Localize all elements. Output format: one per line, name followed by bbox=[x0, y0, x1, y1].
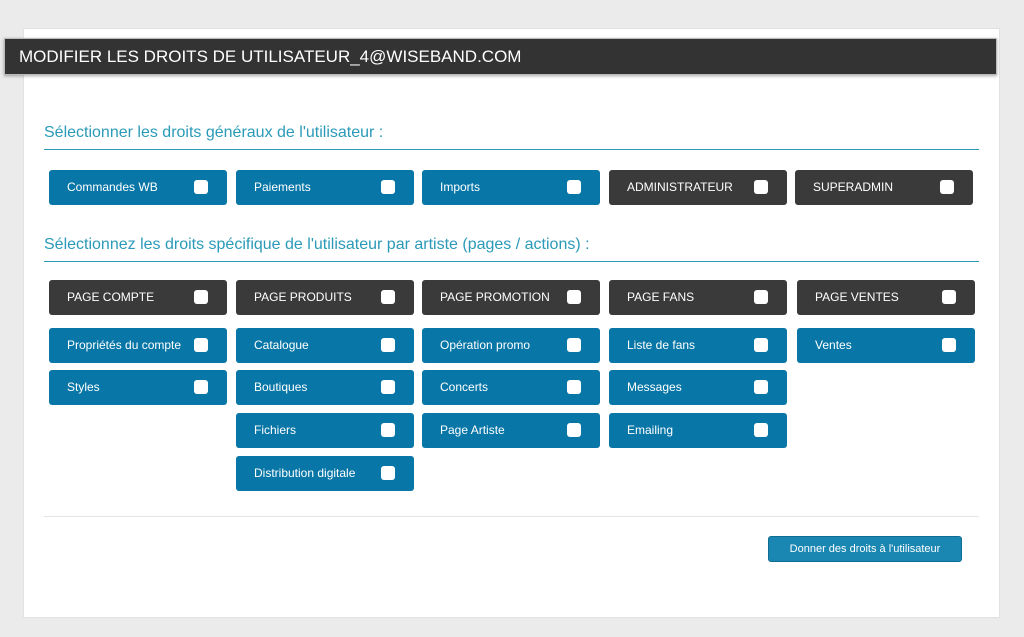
perm-concerts[interactable]: Concerts bbox=[422, 370, 600, 405]
checkbox[interactable] bbox=[381, 466, 395, 480]
perm-boutiques[interactable]: Boutiques bbox=[236, 370, 414, 405]
perm-label: PAGE VENTES bbox=[815, 290, 899, 304]
perm-page-ventes[interactable]: PAGE VENTES bbox=[797, 280, 975, 315]
perm-administrateur[interactable]: ADMINISTRATEUR bbox=[609, 170, 787, 205]
page-title: MODIFIER LES DROITS DE UTILISATEUR_4@WIS… bbox=[4, 38, 997, 75]
checkbox[interactable] bbox=[754, 423, 768, 437]
perm-label: Commandes WB bbox=[67, 180, 158, 194]
checkbox[interactable] bbox=[381, 380, 395, 394]
general-rights-heading: Sélectionner les droits généraux de l'ut… bbox=[44, 123, 979, 150]
checkbox[interactable] bbox=[942, 338, 956, 352]
perm-label: PAGE PROMOTION bbox=[440, 290, 550, 304]
perm-liste-de-fans[interactable]: Liste de fans bbox=[609, 328, 787, 363]
perm-label: SUPERADMIN bbox=[813, 180, 894, 194]
perm-label: Messages bbox=[627, 380, 682, 394]
perm-label: Paiements bbox=[254, 180, 311, 194]
checkbox[interactable] bbox=[381, 338, 395, 352]
perm-label: ADMINISTRATEUR bbox=[627, 180, 733, 194]
perm-label: PAGE PRODUITS bbox=[254, 290, 352, 304]
perm-page-promotion[interactable]: PAGE PROMOTION bbox=[422, 280, 600, 315]
checkbox[interactable] bbox=[194, 338, 208, 352]
checkbox[interactable] bbox=[567, 338, 581, 352]
perm-label: PAGE FANS bbox=[627, 290, 695, 304]
perm-label: Liste de fans bbox=[627, 338, 696, 352]
checkbox[interactable] bbox=[754, 380, 768, 394]
perm-label: Distribution digitale bbox=[254, 466, 356, 480]
perm-label: Ventes bbox=[815, 338, 852, 352]
perm-label: Boutiques bbox=[254, 380, 308, 394]
perm-superadmin[interactable]: SUPERADMIN bbox=[795, 170, 973, 205]
checkbox[interactable] bbox=[940, 180, 954, 194]
perm-commandes-wb[interactable]: Commandes WB bbox=[49, 170, 227, 205]
perm-ventes[interactable]: Ventes bbox=[797, 328, 975, 363]
perm-imports[interactable]: Imports bbox=[422, 170, 600, 205]
checkbox[interactable] bbox=[381, 290, 395, 304]
perm-label: Page Artiste bbox=[440, 423, 505, 437]
perm-emailing[interactable]: Emailing bbox=[609, 413, 787, 448]
perm-label: Emailing bbox=[627, 423, 674, 437]
perm-page-artiste[interactable]: Page Artiste bbox=[422, 413, 600, 448]
checkbox[interactable] bbox=[942, 290, 956, 304]
perm-page-fans[interactable]: PAGE FANS bbox=[609, 280, 787, 315]
checkbox[interactable] bbox=[194, 180, 208, 194]
checkbox[interactable] bbox=[567, 180, 581, 194]
perm-label: Concerts bbox=[440, 380, 489, 394]
perm-catalogue[interactable]: Catalogue bbox=[236, 328, 414, 363]
perm-operation-promo[interactable]: Opération promo bbox=[422, 328, 600, 363]
perm-paiements[interactable]: Paiements bbox=[236, 170, 414, 205]
perm-label: Propriétés du compte bbox=[67, 338, 182, 352]
checkbox[interactable] bbox=[194, 380, 208, 394]
checkbox[interactable] bbox=[567, 380, 581, 394]
perm-label: PAGE COMPTE bbox=[67, 290, 155, 304]
divider bbox=[44, 516, 979, 517]
perm-label: Catalogue bbox=[254, 338, 309, 352]
artist-rights-heading: Sélectionnez les droits spécifique de l'… bbox=[44, 235, 979, 262]
checkbox[interactable] bbox=[194, 290, 208, 304]
perm-fichiers[interactable]: Fichiers bbox=[236, 413, 414, 448]
checkbox[interactable] bbox=[754, 338, 768, 352]
perm-proprietes-du-compte[interactable]: Propriétés du compte bbox=[49, 328, 227, 363]
perm-styles[interactable]: Styles bbox=[49, 370, 227, 405]
perm-label: Imports bbox=[440, 180, 481, 194]
perm-page-produits[interactable]: PAGE PRODUITS bbox=[236, 280, 414, 315]
give-rights-button[interactable]: Donner des droits à l'utilisateur bbox=[768, 536, 962, 562]
checkbox[interactable] bbox=[754, 290, 768, 304]
checkbox[interactable] bbox=[567, 290, 581, 304]
perm-label: Opération promo bbox=[440, 338, 531, 352]
perm-distribution-digitale[interactable]: Distribution digitale bbox=[236, 456, 414, 491]
perm-label: Fichiers bbox=[254, 423, 297, 437]
rights-panel bbox=[23, 28, 1000, 618]
checkbox[interactable] bbox=[381, 180, 395, 194]
perm-label: Styles bbox=[67, 380, 100, 394]
checkbox[interactable] bbox=[381, 423, 395, 437]
checkbox[interactable] bbox=[567, 423, 581, 437]
checkbox[interactable] bbox=[754, 180, 768, 194]
perm-messages[interactable]: Messages bbox=[609, 370, 787, 405]
perm-page-compte[interactable]: PAGE COMPTE bbox=[49, 280, 227, 315]
